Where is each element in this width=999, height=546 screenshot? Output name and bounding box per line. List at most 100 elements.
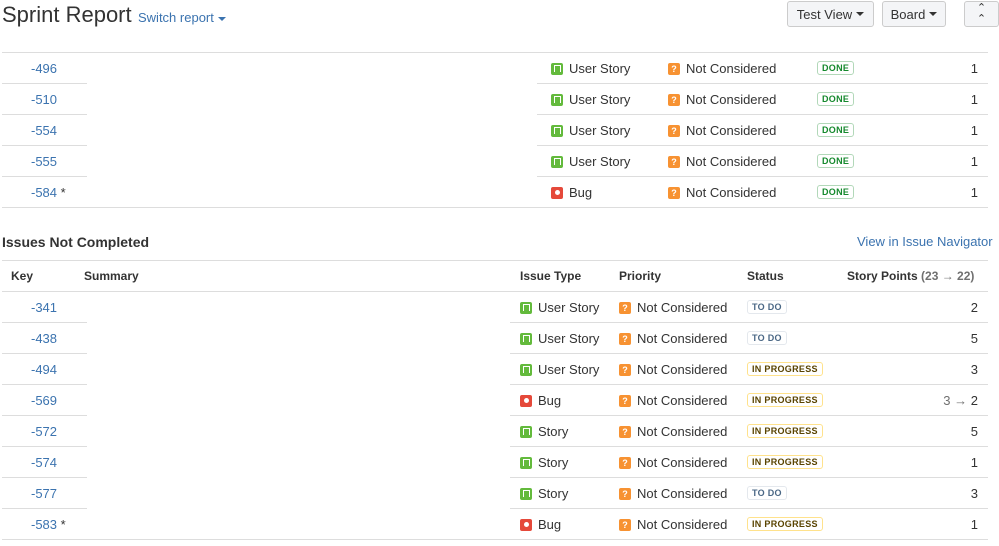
issue-type-cell: User Story	[551, 123, 630, 138]
table-row[interactable]: -574 Story? Not Considered IN PROGRESS 1	[0, 447, 999, 478]
test-view-button[interactable]: Test View	[787, 1, 874, 27]
priority: Not Considered	[637, 424, 728, 439]
column-header-story-points[interactable]: Story Points (23 → 22)	[847, 269, 974, 283]
table-row[interactable]: -438 User Story? Not Considered TO DO 5	[0, 323, 999, 354]
issue-key-link[interactable]: -438	[31, 331, 57, 346]
story-points: 1	[971, 154, 978, 169]
priority-cell: ? Not Considered	[668, 92, 776, 107]
issue-key-link[interactable]: -554	[31, 123, 57, 138]
issue-key-link[interactable]: -555	[31, 154, 57, 169]
table-row[interactable]: -341 User Story? Not Considered TO DO 2	[0, 292, 999, 323]
table-row[interactable]: -510 User Story? Not Considered DONE 1	[0, 84, 999, 115]
chevron-down-icon	[929, 12, 938, 16]
column-header-status[interactable]: Status	[747, 269, 784, 283]
priority-cell: ? Not Considered	[619, 300, 727, 315]
issue-key: -583	[31, 517, 58, 532]
story-points: 5	[971, 424, 978, 439]
table-row[interactable]: -496 User Story? Not Considered DONE 1	[0, 53, 999, 84]
table-row[interactable]: -569 Bug? Not Considered IN PROGRESS 3 → 2	[0, 385, 999, 416]
column-header-summary[interactable]: Summary	[84, 269, 139, 283]
priority-cell: ? Not Considered	[619, 424, 727, 439]
story-points-value: 1	[970, 517, 978, 532]
row-divider	[2, 207, 988, 208]
priority-question-icon: ?	[668, 124, 680, 137]
issue-key-link[interactable]: -510	[31, 92, 57, 107]
priority: Not Considered	[637, 331, 728, 346]
story-points: 1	[971, 61, 978, 76]
issue-key-link[interactable]: -494	[31, 362, 57, 377]
issue-key-link[interactable]: -583 *	[31, 517, 66, 532]
story-points-value: 2	[970, 393, 978, 408]
story-points-value: 1	[970, 185, 978, 200]
issue-key-link[interactable]: -572	[31, 424, 57, 439]
priority-cell: ? Not Considered	[619, 362, 727, 377]
story-icon	[551, 124, 563, 137]
issue-key: -574	[31, 455, 58, 470]
issue-type-cell: User Story	[551, 92, 630, 107]
collapse-button[interactable]: ⌃ ⌃	[964, 1, 999, 27]
status-badge: TO DO	[747, 331, 787, 345]
story-icon	[520, 363, 532, 376]
priority-question-icon: ?	[619, 394, 631, 407]
priority-question-icon: ?	[668, 93, 680, 106]
story-points-value: 1	[970, 92, 978, 107]
double-chevron-up-icon: ⌃ ⌃	[976, 2, 987, 25]
switch-report-link[interactable]: Switch report	[138, 10, 226, 25]
issue-key-link[interactable]: -569	[31, 393, 57, 408]
old-story-points: 3 →	[943, 393, 971, 408]
issue-key-link[interactable]: -577	[31, 486, 57, 501]
issue-type-cell: User Story	[520, 300, 599, 315]
status-badge: IN PROGRESS	[747, 517, 823, 531]
table-row[interactable]: -584 * Bug? Not Considered DONE 1	[0, 177, 999, 208]
column-header-priority[interactable]: Priority	[619, 269, 661, 283]
issue-type-cell: Story	[520, 424, 568, 439]
priority: Not Considered	[637, 393, 728, 408]
table-row[interactable]: -555 User Story? Not Considered DONE 1	[0, 146, 999, 177]
table-row[interactable]: -583 * Bug? Not Considered IN PROGRESS 1	[0, 509, 999, 540]
priority: Not Considered	[637, 486, 728, 501]
story-points-label: Story Points	[847, 269, 918, 283]
board-button[interactable]: Board	[882, 1, 946, 27]
board-label: Board	[890, 6, 926, 22]
priority: Not Considered	[686, 154, 777, 169]
issue-type: User Story	[569, 61, 631, 76]
chevron-down-icon	[856, 12, 865, 16]
story-points: 1	[971, 92, 978, 107]
issue-type-cell: Bug	[551, 185, 592, 200]
switch-report-label: Switch report	[138, 10, 214, 25]
priority-question-icon: ?	[668, 62, 680, 75]
story-points: 1	[971, 517, 978, 532]
issue-type-cell: Bug	[520, 393, 561, 408]
story-points: 1	[971, 185, 978, 200]
status-badge: DONE	[817, 123, 855, 137]
issue-key: -494	[31, 362, 58, 377]
view-in-issue-navigator-link[interactable]: View in Issue Navigator	[857, 234, 993, 249]
story-icon	[520, 456, 532, 469]
story-icon	[520, 425, 532, 438]
table-row[interactable]: -577 Story? Not Considered TO DO 3	[0, 478, 999, 509]
table-row[interactable]: -494 User Story? Not Considered IN PROGRESS…	[0, 354, 999, 385]
issue-key-link[interactable]: -584 *	[31, 185, 66, 200]
status-badge: IN PROGRESS	[747, 424, 823, 438]
issue-key: -584	[31, 185, 58, 200]
issue-type-cell: User Story	[551, 154, 630, 169]
issue-type-cell: Bug	[520, 517, 561, 532]
column-header-issue-type[interactable]: Issue Type	[520, 269, 581, 283]
issue-key: -341	[31, 300, 58, 315]
table-row[interactable]: -554 User Story? Not Considered DONE 1	[0, 115, 999, 146]
story-icon	[551, 155, 563, 168]
story-points-value: 2	[970, 300, 978, 315]
bug-icon	[551, 186, 563, 199]
priority: Not Considered	[686, 61, 777, 76]
issue-key: -510	[31, 92, 58, 107]
issue-key-link[interactable]: -574	[31, 455, 57, 470]
table-header-top-border	[2, 260, 988, 261]
column-header-key[interactable]: Key	[11, 269, 33, 283]
bug-icon	[520, 518, 532, 531]
issue-key-link[interactable]: -341	[31, 300, 57, 315]
story-points-range: (23 → 22)	[921, 269, 975, 283]
table-row[interactable]: -572 Story ? Not Considered IN PROGRESS 5	[0, 416, 999, 447]
issue-key-link[interactable]: -496	[31, 61, 57, 76]
story-points: 5	[971, 331, 978, 346]
issue-key: -554	[31, 123, 58, 138]
